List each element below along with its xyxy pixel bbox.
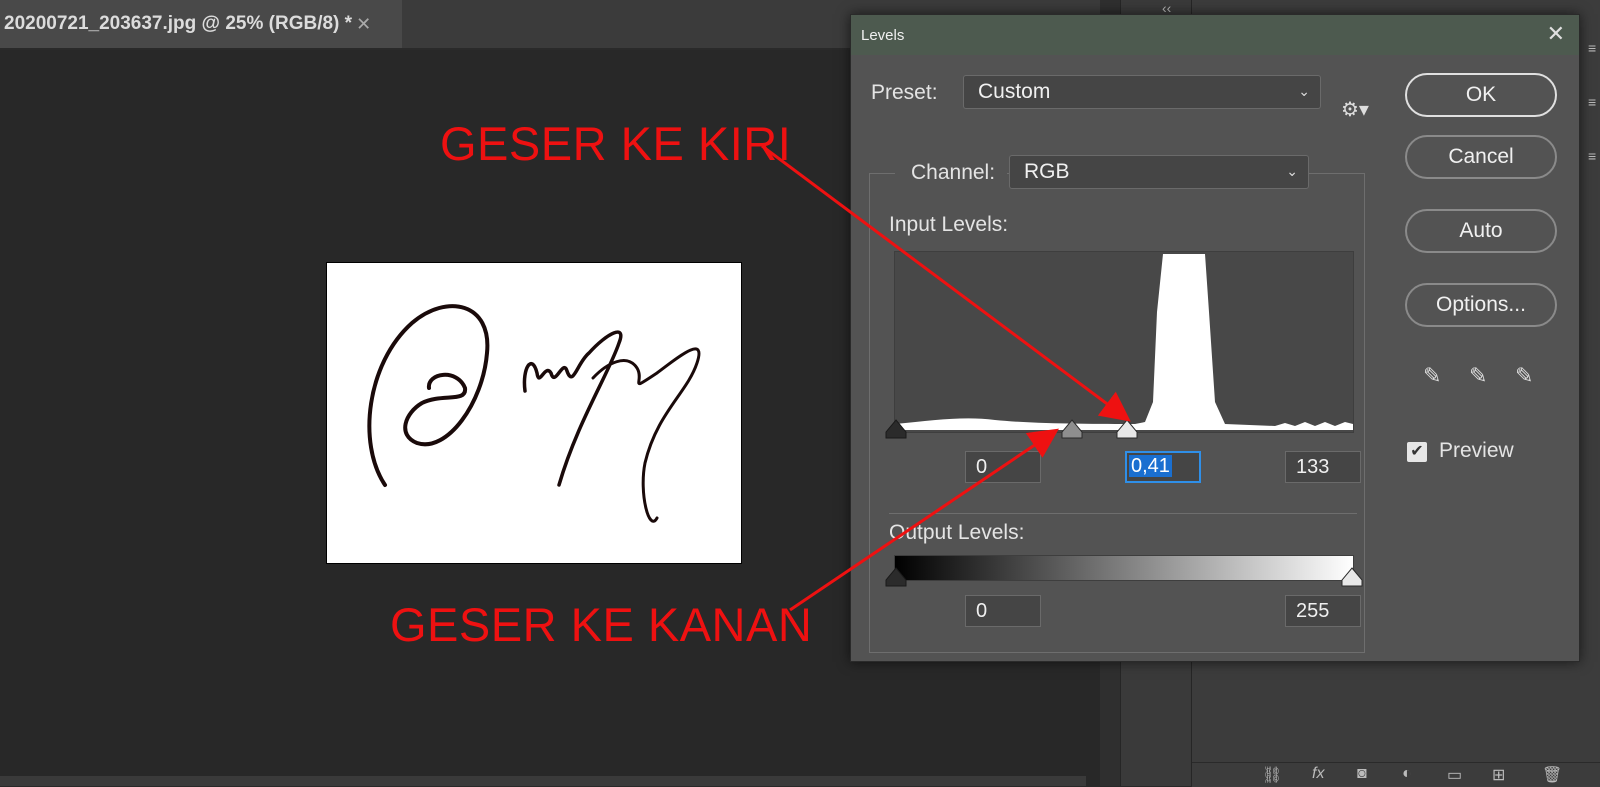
document-tab[interactable]: 20200721_203637.jpg @ 25% (RGB/8) * ✕ bbox=[0, 0, 402, 48]
channel-select[interactable]: RGB ⌄ bbox=[1009, 155, 1309, 189]
cancel-button[interactable]: Cancel bbox=[1405, 135, 1557, 179]
black-input-slider[interactable] bbox=[885, 419, 907, 439]
white-output-slider[interactable] bbox=[1341, 567, 1363, 587]
annotation-slide-right: GESER KE KANAN bbox=[390, 598, 813, 651]
black-output-slider[interactable] bbox=[885, 567, 907, 587]
trash-icon[interactable]: 🗑 bbox=[1542, 765, 1562, 785]
adjustment-layer-icon[interactable]: ◐ bbox=[1402, 765, 1412, 783]
input-gamma-field[interactable]: 0,41 bbox=[1125, 451, 1201, 483]
signature-image bbox=[326, 262, 742, 564]
settings-gear-icon[interactable]: ⚙▾ bbox=[1341, 97, 1369, 122]
panel-menu-icon[interactable]: ≡ bbox=[1588, 40, 1596, 56]
panel-menu-icon[interactable]: ≡ bbox=[1588, 148, 1596, 164]
dialog-title: Levels bbox=[861, 26, 905, 44]
gray-point-eyedropper-icon[interactable]: ✎ bbox=[1469, 363, 1487, 389]
auto-button[interactable]: Auto bbox=[1405, 209, 1557, 253]
preset-label: Preset: bbox=[871, 81, 938, 104]
close-tab-icon[interactable]: ✕ bbox=[356, 14, 371, 35]
status-bar bbox=[0, 776, 1086, 786]
layers-panel-toolbar: ⛓ fx ◙ ◐ ▭ ⊞ 🗑 bbox=[1192, 762, 1600, 787]
output-black-field[interactable]: 0 bbox=[965, 595, 1041, 627]
document-tab-title: 20200721_203637.jpg @ 25% (RGB/8) * bbox=[4, 13, 353, 34]
divider bbox=[889, 513, 1357, 514]
new-layer-icon[interactable]: ⊞ bbox=[1492, 765, 1505, 785]
preset-value: Custom bbox=[978, 80, 1051, 103]
chevron-down-icon: ⌄ bbox=[1298, 83, 1310, 99]
mask-icon[interactable]: ◙ bbox=[1357, 765, 1367, 783]
input-gamma-value: 0,41 bbox=[1129, 455, 1172, 477]
preset-select[interactable]: Custom ⌄ bbox=[963, 75, 1321, 109]
output-levels-label: Output Levels: bbox=[889, 521, 1025, 544]
white-point-eyedropper-icon[interactable]: ✎ bbox=[1515, 363, 1533, 389]
signature-drawing bbox=[367, 304, 701, 523]
panel-menu-icon[interactable]: ≡ bbox=[1588, 94, 1596, 110]
histogram bbox=[894, 251, 1354, 433]
input-white-field[interactable]: 133 bbox=[1285, 451, 1361, 483]
fx-icon[interactable]: fx bbox=[1312, 765, 1324, 783]
folder-icon[interactable]: ▭ bbox=[1447, 765, 1462, 785]
channel-value: RGB bbox=[1024, 160, 1070, 183]
channel-label: Channel: bbox=[895, 161, 1008, 185]
input-levels-label: Input Levels: bbox=[889, 213, 1009, 236]
chevron-down-icon: ⌄ bbox=[1286, 163, 1298, 179]
dialog-titlebar[interactable]: Levels ✕ bbox=[851, 15, 1579, 55]
histogram-graph bbox=[895, 254, 1353, 430]
white-input-slider[interactable] bbox=[1116, 419, 1138, 439]
options-button[interactable]: Options... bbox=[1405, 283, 1557, 327]
close-icon[interactable]: ✕ bbox=[1547, 21, 1565, 47]
link-layers-icon[interactable]: ⛓ bbox=[1262, 765, 1282, 785]
gamma-input-slider[interactable] bbox=[1061, 419, 1083, 439]
preview-checkbox[interactable]: ✔ bbox=[1407, 442, 1427, 462]
black-point-eyedropper-icon[interactable]: ✎ bbox=[1423, 363, 1441, 389]
input-black-field[interactable]: 0 bbox=[965, 451, 1041, 483]
levels-dialog: Levels ✕ Preset: Custom ⌄ ⚙▾ OK Cancel A… bbox=[850, 14, 1580, 662]
preview-label: Preview bbox=[1439, 439, 1514, 462]
output-white-field[interactable]: 255 bbox=[1285, 595, 1361, 627]
ok-button[interactable]: OK bbox=[1405, 73, 1557, 117]
annotation-slide-left: GESER KE KIRI bbox=[440, 117, 792, 170]
output-gradient-bar bbox=[894, 555, 1354, 581]
